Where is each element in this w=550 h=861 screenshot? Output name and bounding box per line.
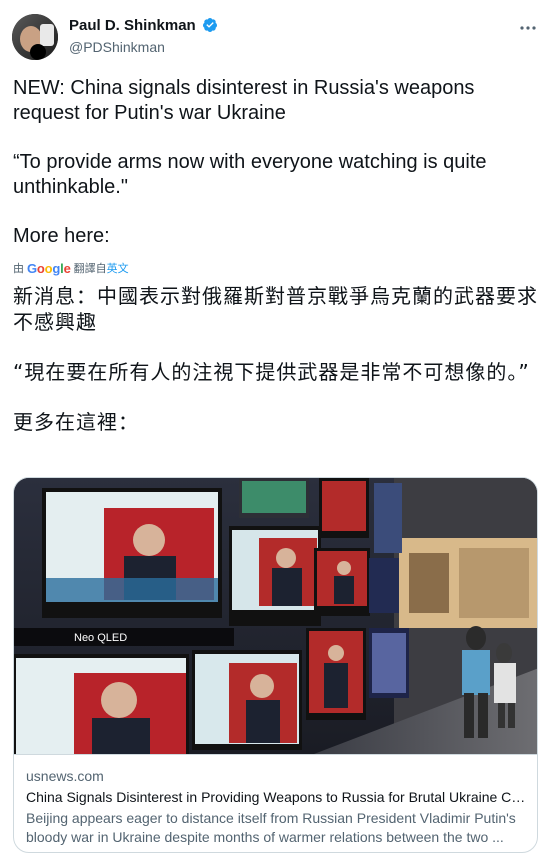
source-language-link[interactable]: 英文	[107, 261, 129, 277]
translated-paragraph: 新消息：中國表示對俄羅斯對普京戰爭烏克蘭的武器要求不感興趣	[13, 284, 538, 334]
more-horizontal-icon[interactable]	[518, 18, 538, 38]
card-meta[interactable]: usnews.com China Signals Disinterest in …	[14, 754, 537, 852]
google-logo: Google	[27, 261, 71, 276]
author-block: Paul D. Shinkman @PDShinkman	[69, 16, 218, 57]
translation-prefix: 由	[13, 263, 24, 275]
tv-screen	[42, 488, 222, 618]
card-image[interactable]: Neo QLED	[14, 478, 537, 754]
tweet-paragraph: “To provide arms now with everyone watch…	[13, 151, 493, 198]
tweet-paragraph: More here:	[13, 225, 110, 247]
tweet-header: Paul D. Shinkman @PDShinkman	[12, 14, 538, 62]
neo-qled-label: Neo QLED	[74, 632, 127, 644]
tweet-text: NEW: China signals disinterest in Russia…	[13, 76, 533, 249]
author-display-name[interactable]: Paul D. Shinkman	[69, 16, 196, 36]
link-card[interactable]: Neo QLED usnews.com China Signals Disint…	[13, 477, 538, 853]
tweet-paragraph: NEW: China signals disinterest in Russia…	[13, 77, 480, 124]
card-domain: usnews.com	[26, 768, 104, 784]
translation-attribution: 由 Google 翻譯自 英文	[13, 261, 129, 277]
author-handle[interactable]: @PDShinkman	[69, 37, 218, 57]
translated-paragraph: “現在要在所有人的注視下提供武器是非常不可想像的。”	[13, 360, 530, 384]
translated-paragraph: 更多在這裡：	[13, 410, 139, 434]
avatar[interactable]	[12, 14, 58, 60]
card-description: Beijing appears eager to distance itself…	[26, 810, 516, 845]
translated-text: 新消息：中國表示對俄羅斯對普京戰爭烏克蘭的武器要求不感興趣 “現在要在所有人的注…	[13, 283, 538, 435]
card-title[interactable]: China Signals Disinterest in Providing W…	[26, 788, 527, 807]
verified-badge-icon	[203, 18, 218, 32]
tv-store-illustration: Neo QLED	[14, 478, 537, 754]
translation-action: 翻譯自	[73, 263, 107, 275]
